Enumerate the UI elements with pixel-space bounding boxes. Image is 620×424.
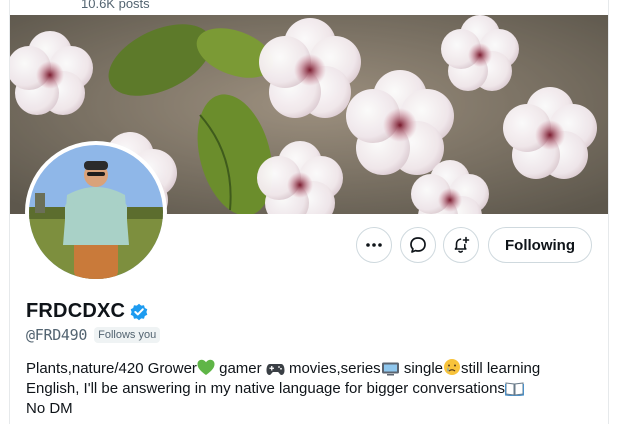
bio-text: movies,series (284, 360, 381, 377)
user-handle: @FRD490 (26, 326, 88, 344)
following-button[interactable]: Following (488, 227, 592, 263)
handle-row: @FRD490 Follows you (26, 326, 161, 344)
bio-line-3: No DM (26, 400, 73, 417)
bio-line-1: Plants,nature/420 Grower gamer movies,se… (26, 358, 596, 379)
bio-line-2: English, I'll be answering in my native … (26, 379, 596, 399)
verified-badge-icon[interactable] (129, 302, 149, 322)
bio-text: Plants,nature/420 Grower (26, 360, 197, 377)
display-name: FRDCDXC (26, 300, 126, 322)
follows-you-badge: Follows you (94, 327, 161, 343)
bio-text: single (399, 360, 444, 377)
profile-avatar[interactable] (25, 141, 167, 283)
more-options-button[interactable] (356, 227, 392, 263)
bio-text: gamer (214, 360, 266, 377)
message-button[interactable] (400, 227, 436, 263)
profile-name-row: FRDCDXC (26, 300, 149, 323)
profile-bio: Plants,nature/420 Grower gamer movies,se… (26, 358, 596, 419)
bio-text: English, I'll be answering in my native … (26, 380, 505, 397)
notifications-button[interactable] (443, 227, 479, 263)
bell-plus-icon (454, 236, 470, 253)
open-book-icon (504, 382, 524, 396)
game-controller-icon (266, 364, 285, 375)
crying-face-icon (444, 359, 461, 375)
bio-text: still learning (461, 360, 541, 377)
more-horizontal-icon (366, 243, 382, 247)
message-bubble-icon (410, 237, 426, 253)
green-heart-icon (197, 359, 215, 375)
tv-icon (381, 362, 399, 376)
posts-count: 10.6K posts (81, 0, 150, 11)
